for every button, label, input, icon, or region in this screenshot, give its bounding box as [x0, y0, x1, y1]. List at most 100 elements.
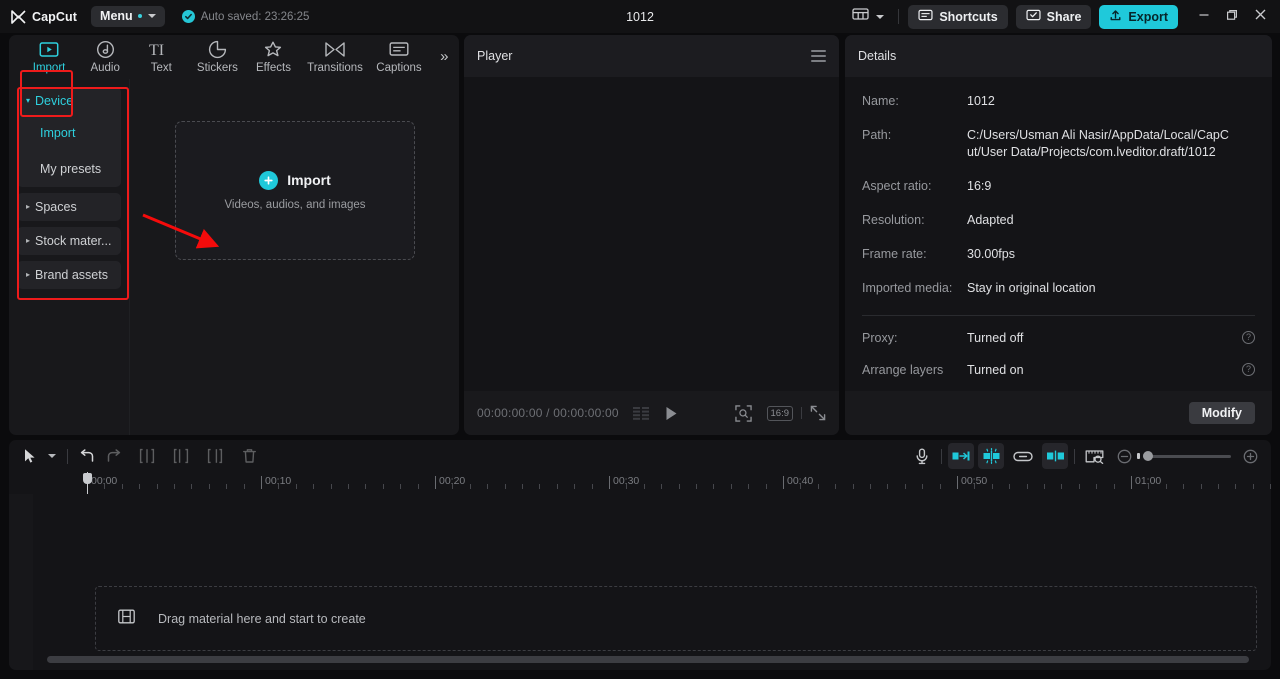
tab-text[interactable]: TI Text: [133, 35, 189, 75]
keyframe-icon[interactable]: [978, 443, 1004, 469]
timeline-ruler[interactable]: 00:00 00:10 00:20 00:30 00:40 00:50 01:00: [9, 472, 1271, 494]
microphone-icon[interactable]: [909, 443, 935, 469]
ruler-minor-tick: [295, 484, 297, 489]
media-nav: ▾ Device Import My presets ▸ Spaces ▸ St…: [9, 79, 129, 435]
ruler-minor-tick: [556, 484, 558, 489]
window-controls: [1190, 3, 1274, 31]
minimize-button[interactable]: [1190, 3, 1218, 31]
ruler-minor-tick: [696, 484, 697, 489]
menu-status-dot: [137, 14, 142, 18]
nav-group-brand-assets: ▸ Brand assets: [17, 261, 121, 289]
more-tabs-button[interactable]: »: [430, 35, 459, 77]
split-icon[interactable]: [134, 443, 160, 469]
text-ti-icon: TI: [149, 39, 173, 59]
zoom-in-icon[interactable]: [1237, 443, 1263, 469]
timeline-zoom-slider[interactable]: [1137, 451, 1231, 461]
share-button[interactable]: Share: [1015, 4, 1092, 29]
sidebar-item-spaces[interactable]: ▸ Spaces: [17, 193, 121, 221]
mirror-icon[interactable]: [1042, 443, 1068, 469]
playhead-handle[interactable]: [83, 473, 92, 484]
tab-effects[interactable]: Effects: [245, 35, 301, 75]
ruler-minor-tick: [765, 484, 767, 489]
player-stage[interactable]: [464, 77, 839, 391]
detail-value: Adapted: [967, 213, 1014, 227]
chevron-right-icon: ▸: [26, 236, 31, 245]
timeline-scrollbar-thumb[interactable]: [47, 656, 1249, 663]
ruler-minor-tick: [539, 484, 541, 489]
trim-left-icon[interactable]: [168, 443, 194, 469]
chevron-down-icon[interactable]: [43, 443, 61, 469]
trim-right-icon[interactable]: [202, 443, 228, 469]
ruler-minor-tick: [121, 484, 123, 489]
tab-audio[interactable]: Audio: [77, 35, 133, 75]
ruler-minor-tick: [1218, 484, 1219, 489]
share-label: Share: [1046, 9, 1082, 24]
undo-icon[interactable]: [74, 443, 100, 469]
help-icon[interactable]: ?: [1242, 363, 1255, 376]
auto-cut-icon[interactable]: [948, 443, 974, 469]
timeline-scrollbar[interactable]: [47, 656, 1249, 663]
delete-icon[interactable]: [236, 443, 262, 469]
playhead[interactable]: [83, 472, 92, 494]
help-icon[interactable]: ?: [1242, 331, 1255, 344]
layout-button[interactable]: [847, 3, 889, 30]
ruler-minor-tick: [678, 484, 680, 489]
export-button[interactable]: Export: [1099, 4, 1178, 29]
close-button[interactable]: [1246, 3, 1274, 31]
media-panel: Import Audio TI Text Stickers Effects Tr…: [9, 35, 459, 435]
sidebar-item-stock-materials[interactable]: ▸ Stock mater...: [17, 227, 121, 255]
modify-button[interactable]: Modify: [1188, 402, 1255, 424]
sidebar-item-label: Import: [40, 126, 76, 140]
hamburger-menu-icon[interactable]: [811, 50, 826, 62]
fullscreen-icon[interactable]: [810, 405, 826, 421]
ruler-time-label: 00:50: [961, 475, 988, 487]
ruler-minor-tick: [870, 484, 871, 489]
menu-button[interactable]: Menu: [91, 6, 165, 27]
ruler-minor-tick: [1044, 484, 1045, 489]
sidebar-item-label: Device: [35, 94, 74, 108]
tab-label: Import: [32, 62, 66, 74]
ruler-major-tick: [1131, 476, 1132, 489]
link-icon[interactable]: [1010, 443, 1036, 469]
tab-transitions[interactable]: Transitions: [302, 35, 369, 75]
sidebar-item-brand-assets[interactable]: ▸ Brand assets: [17, 261, 121, 289]
capcut-logo-icon: [11, 9, 27, 24]
play-icon[interactable]: [665, 406, 678, 421]
crop-zoom-icon[interactable]: [734, 404, 752, 422]
titlebar-actions: Shortcuts Share Export: [847, 0, 1280, 33]
ruler-minor-tick: [1270, 484, 1271, 489]
import-dropzone[interactable]: Import Videos, audios, and images: [175, 121, 415, 260]
zoom-out-icon[interactable]: [1111, 443, 1137, 469]
drag-material-dropzone[interactable]: Drag material here and start to create: [95, 586, 1257, 651]
detail-value: Turned on: [967, 363, 1024, 377]
detail-row-name: Name: 1012: [862, 93, 1255, 110]
redo-icon[interactable]: [100, 443, 126, 469]
zoom-slider-knob[interactable]: [1143, 451, 1153, 461]
maximize-button[interactable]: [1218, 3, 1246, 31]
tab-label: Transitions: [307, 62, 363, 74]
detail-row-proxy: Proxy: Turned off ?: [862, 330, 1255, 347]
sidebar-item-my-presets[interactable]: My presets: [17, 151, 121, 187]
close-icon: [1254, 8, 1267, 26]
details-body: Name: 1012 Path: C:/Users/Usman Ali Nasi…: [845, 77, 1272, 391]
ruler-minor-tick: [1096, 484, 1098, 489]
tab-captions[interactable]: Captions: [368, 35, 429, 75]
menu-label: Menu: [100, 9, 133, 23]
sidebar-item-import[interactable]: Import: [17, 115, 121, 151]
timeline-tracks[interactable]: Drag material here and start to create: [9, 494, 1271, 670]
ruler-zoom-icon[interactable]: [1081, 443, 1107, 469]
ruler-minor-tick: [208, 484, 210, 489]
aspect-ratio-button[interactable]: 16:9: [766, 405, 793, 421]
tab-stickers[interactable]: Stickers: [189, 35, 245, 75]
effects-sparkle-icon: [263, 39, 283, 59]
quality-bars-icon[interactable]: [632, 406, 651, 420]
ruler-minor-tick: [922, 484, 924, 489]
plus-circle-icon: [259, 170, 279, 190]
shortcuts-button[interactable]: Shortcuts: [908, 4, 1008, 29]
tab-import[interactable]: Import: [21, 35, 77, 75]
media-body: ▾ Device Import My presets ▸ Spaces ▸ St…: [9, 79, 459, 435]
sidebar-item-device[interactable]: ▾ Device: [17, 87, 121, 115]
tab-label: Captions: [376, 62, 422, 74]
ruler-minor-tick: [504, 484, 506, 489]
select-arrow-icon[interactable]: [17, 443, 43, 469]
